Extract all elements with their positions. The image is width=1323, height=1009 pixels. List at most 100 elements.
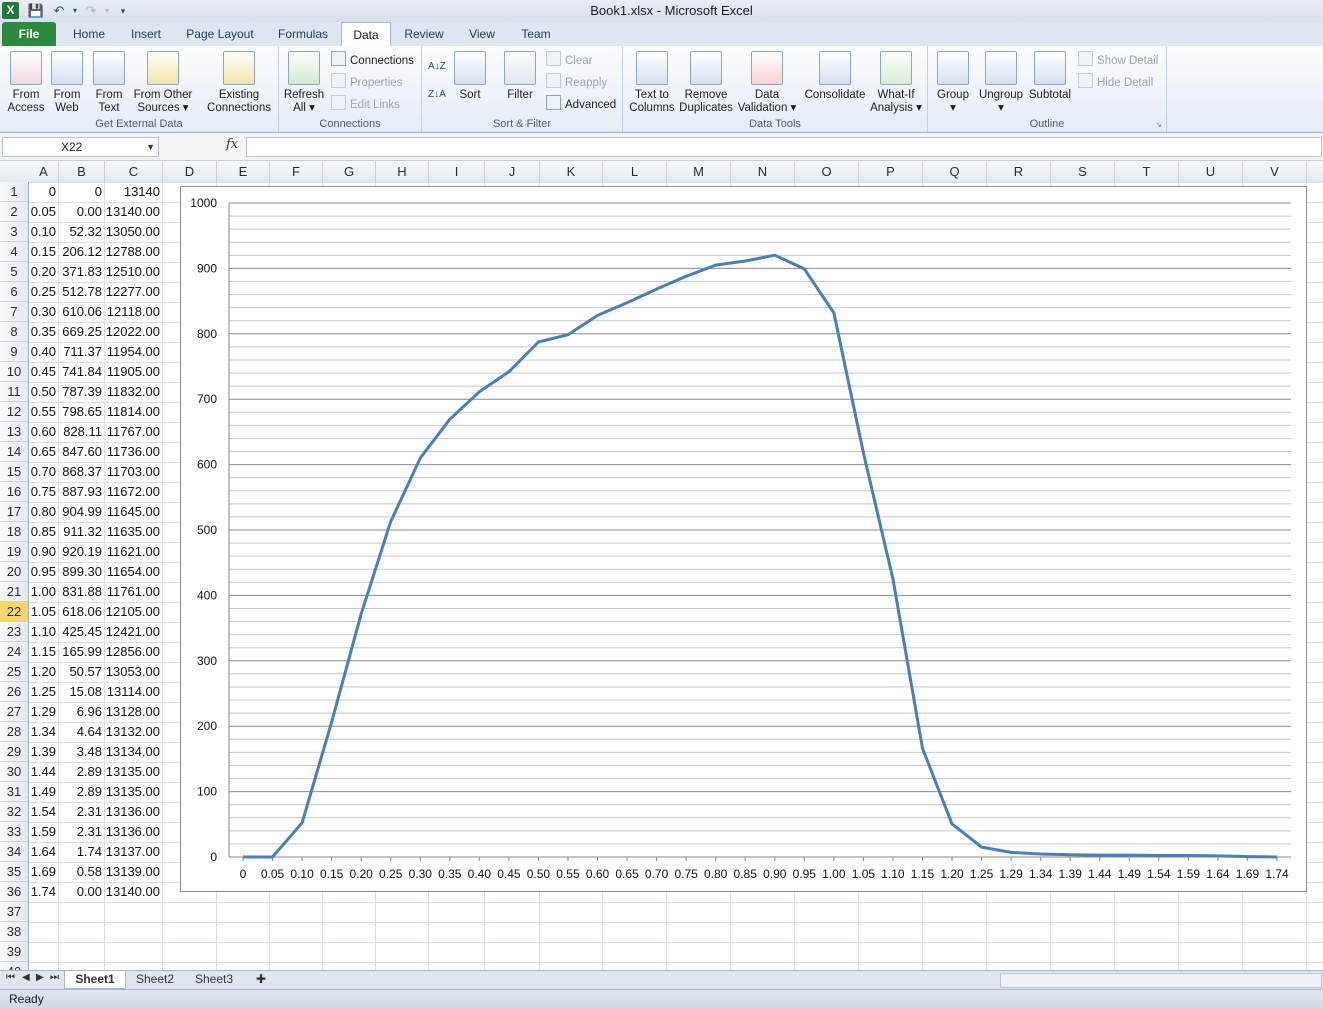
cell-a22[interactable]: 1.05 [29,602,59,622]
cell-a34[interactable]: 1.64 [29,842,59,862]
row-header-12[interactable]: 12 [0,402,28,422]
cell-c8[interactable]: 12022.00 [105,322,163,342]
column-header-a[interactable]: A [29,161,59,182]
hide-detail-button[interactable]: Hide Detail [1078,73,1153,91]
sort-z-to-a-icon[interactable]: Z↓A [428,86,446,104]
cell-c32[interactable]: 13136.00 [105,802,163,822]
cell-c27[interactable]: 13128.00 [105,702,163,722]
cell-b30[interactable]: 2.89 [59,762,105,782]
cell-b6[interactable]: 512.78 [59,282,105,302]
row-header-35[interactable]: 35 [0,862,28,882]
sheet-tab-sheet1[interactable]: Sheet1 [64,971,126,989]
text-to-columns-button[interactable]: Text to Columns [627,48,677,115]
cell-a33[interactable]: 1.59 [29,822,59,842]
cell-a27[interactable]: 1.29 [29,702,59,722]
cell-a13[interactable]: 0.60 [29,422,59,442]
cell-c31[interactable]: 13135.00 [105,782,163,802]
what-if-analysis-button[interactable]: What-If Analysis ▾ [869,48,923,115]
cell-a1[interactable]: 0 [29,182,59,202]
row-header-25[interactable]: 25 [0,662,28,682]
properties-button[interactable]: Properties [331,73,402,91]
clear-button[interactable]: Clear [546,51,592,69]
cell-c23[interactable]: 12421.00 [105,622,163,642]
row-header-33[interactable]: 33 [0,822,28,842]
from-text-button[interactable]: From Text [88,48,130,115]
column-header-k[interactable]: K [540,161,603,182]
cell-a11[interactable]: 0.50 [29,382,59,402]
cell-a30[interactable]: 1.44 [29,762,59,782]
cell-a26[interactable]: 1.25 [29,682,59,702]
cell-a28[interactable]: 1.34 [29,722,59,742]
cell-b18[interactable]: 911.32 [59,522,105,542]
cell-c12[interactable]: 11814.00 [105,402,163,422]
row-header-34[interactable]: 34 [0,842,28,862]
column-header-s[interactable]: S [1051,161,1115,182]
cell-b36[interactable]: 0.00 [59,882,105,902]
cell-c6[interactable]: 12277.00 [105,282,163,302]
dialog-launcher-icon[interactable]: ↘ [1155,120,1162,129]
consolidate-button[interactable]: Consolidate [801,48,869,102]
prev-sheet-icon[interactable]: ◀ [22,972,30,983]
cell-c33[interactable]: 13136.00 [105,822,163,842]
row-header-4[interactable]: 4 [0,242,28,262]
next-sheet-icon[interactable]: ▶ [36,972,44,983]
sheet-tab-sheet2[interactable]: Sheet2 [127,971,183,988]
insert-sheet-icon[interactable]: ✚ [248,971,274,988]
cell-a4[interactable]: 0.15 [29,242,59,262]
row-header-22[interactable]: 22 [0,602,28,622]
cell-a3[interactable]: 0.10 [29,222,59,242]
cell-b28[interactable]: 4.64 [59,722,105,742]
cell-a25[interactable]: 1.20 [29,662,59,682]
cell-c28[interactable]: 13132.00 [105,722,163,742]
first-sheet-icon[interactable]: ⏮ [6,972,15,983]
cell-c16[interactable]: 11672.00 [105,482,163,502]
column-header-n[interactable]: N [731,161,795,182]
row-header-6[interactable]: 6 [0,282,28,302]
cell-c25[interactable]: 13053.00 [105,662,163,682]
column-header-u[interactable]: U [1179,161,1243,182]
cell-b32[interactable]: 2.31 [59,802,105,822]
advanced-button[interactable]: Advanced [546,95,616,113]
cell-b9[interactable]: 711.37 [59,342,105,362]
name-box[interactable]: X22 ▼ [2,137,159,157]
column-header-r[interactable]: R [987,161,1051,182]
cell-a31[interactable]: 1.49 [29,782,59,802]
row-header-16[interactable]: 16 [0,482,28,502]
cell-b26[interactable]: 15.08 [59,682,105,702]
row-header-1[interactable]: 1 [0,182,28,202]
cell-b34[interactable]: 1.74 [59,842,105,862]
show-detail-button[interactable]: Show Detail [1078,51,1158,69]
name-box-dropdown-icon[interactable]: ▼ [146,138,155,156]
cell-a20[interactable]: 0.95 [29,562,59,582]
cell-c29[interactable]: 13134.00 [105,742,163,762]
column-header-e[interactable]: E [217,161,270,182]
cell-a15[interactable]: 0.70 [29,462,59,482]
cell-b17[interactable]: 904.99 [59,502,105,522]
row-header-3[interactable]: 3 [0,222,28,242]
cell-a14[interactable]: 0.65 [29,442,59,462]
tab-page-layout[interactable]: Page Layout [182,22,258,46]
cell-b35[interactable]: 0.58 [59,862,105,882]
cell-b13[interactable]: 828.11 [59,422,105,442]
row-header-36[interactable]: 36 [0,882,28,902]
cell-b3[interactable]: 52.32 [59,222,105,242]
tab-formulas[interactable]: Formulas [272,22,334,46]
from-other-sources-button[interactable]: From Other Sources ▾ [130,48,196,115]
row-header-19[interactable]: 19 [0,542,28,562]
cell-c10[interactable]: 11905.00 [105,362,163,382]
row-header-27[interactable]: 27 [0,702,28,722]
cell-c13[interactable]: 11767.00 [105,422,163,442]
cell-b33[interactable]: 2.31 [59,822,105,842]
cell-c18[interactable]: 11635.00 [105,522,163,542]
cell-b21[interactable]: 831.88 [59,582,105,602]
row-header-37[interactable]: 37 [0,902,28,922]
cell-b25[interactable]: 50.57 [59,662,105,682]
cell-b4[interactable]: 206.12 [59,242,105,262]
cell-a8[interactable]: 0.35 [29,322,59,342]
column-header-l[interactable]: L [603,161,667,182]
cell-b20[interactable]: 899.30 [59,562,105,582]
filter-button[interactable]: Filter [500,48,540,102]
column-header-f[interactable]: F [270,161,323,182]
cell-c9[interactable]: 11954.00 [105,342,163,362]
row-header-8[interactable]: 8 [0,322,28,342]
